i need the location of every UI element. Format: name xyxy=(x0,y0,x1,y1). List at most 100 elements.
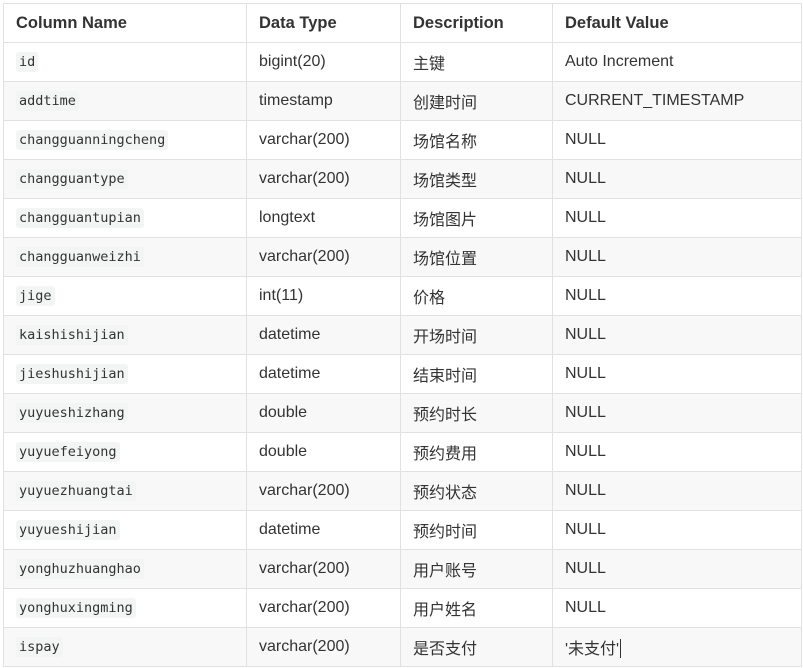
table-row: yuyueshizhang double 预约时长 NULL xyxy=(3,393,802,433)
column-name-code: yuyueshizhang xyxy=(16,403,128,423)
default-value-text: NULL xyxy=(565,404,606,421)
data-type-cell: varchar(200) xyxy=(246,471,401,511)
table-row: yonghuzhuanghao varchar(200) 用户账号 NULL xyxy=(3,549,802,589)
column-name-cell: yuyueshizhang xyxy=(3,393,247,433)
default-value-text: NULL xyxy=(565,131,606,148)
header-column-name: Column Name xyxy=(3,3,247,43)
data-type-cell: timestamp xyxy=(246,81,401,121)
column-name-cell: changguantype xyxy=(3,159,247,199)
column-name-cell: changguanweizhi xyxy=(3,237,247,277)
description-cell: 是否支付 xyxy=(400,627,553,667)
description-cell: 用户账号 xyxy=(400,549,553,589)
default-value-cell: NULL xyxy=(552,276,802,316)
default-value-cell: NULL xyxy=(552,471,802,511)
table-row: jige int(11) 价格 NULL xyxy=(3,276,802,316)
description-cell: 场馆位置 xyxy=(400,237,553,277)
default-value-text: NULL xyxy=(565,287,606,304)
default-value-cell: NULL xyxy=(552,588,802,628)
column-name-code: changguantype xyxy=(16,169,128,189)
column-name-code: addtime xyxy=(16,91,79,111)
description-cell: 开场时间 xyxy=(400,315,553,355)
default-value-text: NULL xyxy=(565,248,606,265)
default-value-text: NULL xyxy=(565,365,606,382)
header-default-value: Default Value xyxy=(552,3,802,43)
table-body: id bigint(20) 主键 Auto Increment addtime times… xyxy=(3,42,802,667)
column-name-code: jieshushijian xyxy=(16,364,128,384)
column-name-code: id xyxy=(16,52,39,72)
default-value-cell: NULL xyxy=(552,432,802,472)
description-cell: 场馆类型 xyxy=(400,159,553,199)
column-name-cell: changguantupian xyxy=(3,198,247,238)
description-cell: 主键 xyxy=(400,42,553,82)
default-value-cell: NULL xyxy=(552,354,802,394)
default-value-cell: NULL xyxy=(552,237,802,277)
default-value-text: Auto Increment xyxy=(565,53,674,70)
default-value-cell: NULL xyxy=(552,549,802,589)
default-value-text: NULL xyxy=(565,443,606,460)
data-type-cell: double xyxy=(246,393,401,433)
description-cell: 结束时间 xyxy=(400,354,553,394)
default-value-text: NULL xyxy=(565,326,606,343)
default-value-cell: '未支付' xyxy=(552,627,802,667)
table-row: yuyuezhuangtai varchar(200) 预约状态 NULL xyxy=(3,471,802,511)
default-value-text: NULL xyxy=(565,482,606,499)
column-name-cell: ispay xyxy=(3,627,247,667)
column-name-cell: kaishishijian xyxy=(3,315,247,355)
data-type-cell: varchar(200) xyxy=(246,159,401,199)
data-type-cell: varchar(200) xyxy=(246,549,401,589)
description-cell: 场馆名称 xyxy=(400,120,553,160)
data-type-cell: datetime xyxy=(246,510,401,550)
column-name-code: changguanweizhi xyxy=(16,247,144,267)
column-name-cell: changguanningcheng xyxy=(3,120,247,160)
table-row: kaishishijian datetime 开场时间 NULL xyxy=(3,315,802,355)
data-type-cell: varchar(200) xyxy=(246,588,401,628)
column-name-code: jige xyxy=(16,286,55,306)
schema-table: Column Name Data Type Description Defaul… xyxy=(3,3,802,667)
document-page: Column Name Data Type Description Defaul… xyxy=(0,0,803,668)
column-name-cell: jige xyxy=(3,276,247,316)
table-header-row: Column Name Data Type Description Defaul… xyxy=(3,3,802,43)
default-value-text: CURRENT_TIMESTAMP xyxy=(565,92,745,109)
column-name-code: kaishishijian xyxy=(16,325,128,345)
default-value-text: NULL xyxy=(565,170,606,187)
default-value-cell: CURRENT_TIMESTAMP xyxy=(552,81,802,121)
description-cell: 价格 xyxy=(400,276,553,316)
column-name-cell: yuyueshijian xyxy=(3,510,247,550)
default-value-cell: NULL xyxy=(552,120,802,160)
description-cell: 预约时间 xyxy=(400,510,553,550)
column-name-code: changguantupian xyxy=(16,208,144,228)
column-name-code: yuyuezhuangtai xyxy=(16,481,136,501)
table-row: yonghuxingming varchar(200) 用户姓名 NULL xyxy=(3,588,802,628)
data-type-cell: bigint(20) xyxy=(246,42,401,82)
column-name-code: yonghuzhuanghao xyxy=(16,559,144,579)
default-value-text: NULL xyxy=(565,560,606,577)
table-row: changguantype varchar(200) 场馆类型 NULL xyxy=(3,159,802,199)
description-cell: 预约费用 xyxy=(400,432,553,472)
column-name-cell: addtime xyxy=(3,81,247,121)
column-name-code: yuyueshijian xyxy=(16,520,120,540)
description-cell: 用户姓名 xyxy=(400,588,553,628)
default-value-text: NULL xyxy=(565,599,606,616)
description-cell: 预约时长 xyxy=(400,393,553,433)
table-row: changguantupian longtext 场馆图片 NULL xyxy=(3,198,802,238)
table-row: id bigint(20) 主键 Auto Increment xyxy=(3,42,802,82)
description-cell: 创建时间 xyxy=(400,81,553,121)
column-name-cell: id xyxy=(3,42,247,82)
table-row: ispay varchar(200) 是否支付 '未支付' xyxy=(3,627,802,667)
data-type-cell: longtext xyxy=(246,198,401,238)
column-name-cell: yuyuefeiyong xyxy=(3,432,247,472)
data-type-cell: datetime xyxy=(246,315,401,355)
header-description: Description xyxy=(400,3,553,43)
default-value-text: NULL xyxy=(565,521,606,538)
column-name-code: yonghuxingming xyxy=(16,598,136,618)
data-type-cell: datetime xyxy=(246,354,401,394)
description-cell: 预约状态 xyxy=(400,471,553,511)
data-type-cell: varchar(200) xyxy=(246,120,401,160)
data-type-cell: varchar(200) xyxy=(246,627,401,667)
default-value-cell: Auto Increment xyxy=(552,42,802,82)
default-value-text: '未支付' xyxy=(565,641,620,658)
header-data-type: Data Type xyxy=(246,3,401,43)
default-value-cell: NULL xyxy=(552,393,802,433)
table-row: yuyuefeiyong double 预约费用 NULL xyxy=(3,432,802,472)
default-value-cell: NULL xyxy=(552,159,802,199)
